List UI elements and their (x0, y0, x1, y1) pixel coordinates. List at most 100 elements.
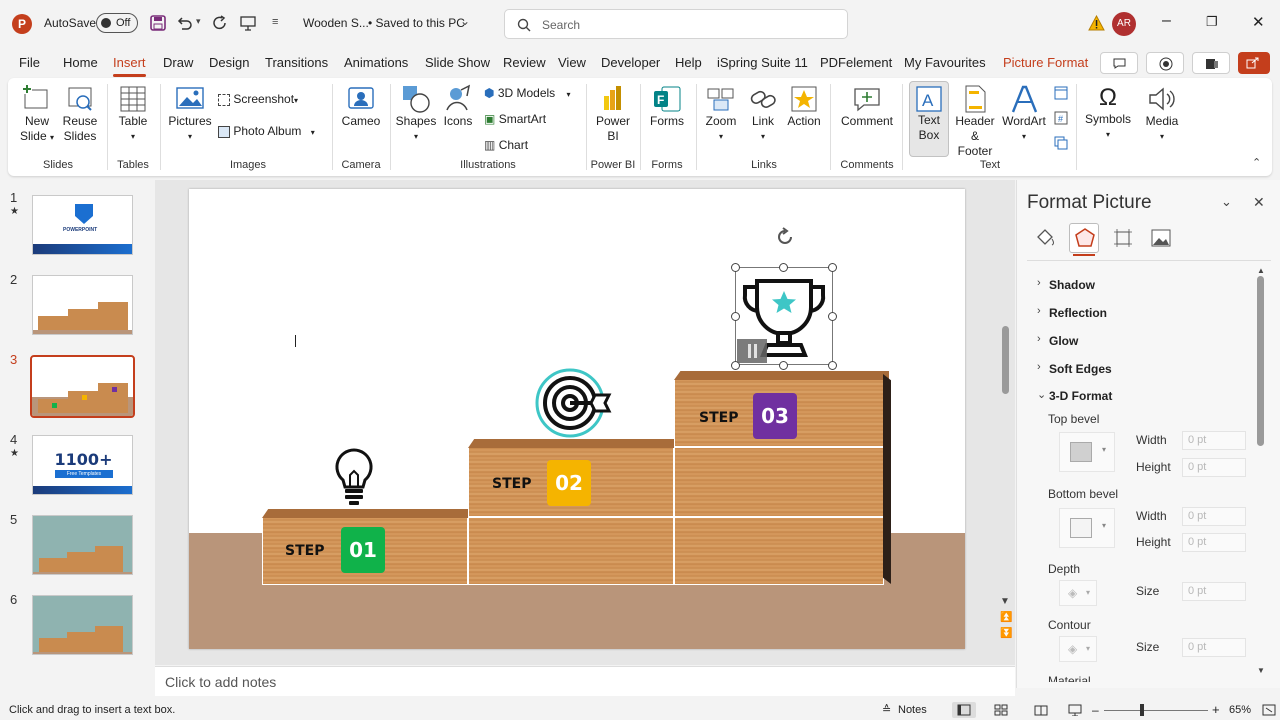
scroll-down-icon[interactable]: ▼ (1000, 596, 1010, 607)
save-icon[interactable] (150, 15, 166, 31)
share-button[interactable] (1238, 52, 1270, 74)
symbols-chevron-down-icon[interactable]: ▾ (1084, 127, 1132, 142)
object-icon[interactable] (1054, 136, 1068, 150)
step-number-02[interactable]: 02 (547, 460, 591, 506)
section-glow[interactable]: Glow (1049, 334, 1078, 348)
screenshot-button[interactable]: Screenshot▾ (218, 92, 298, 108)
customize-qat-icon[interactable]: ≡ (272, 16, 278, 28)
tab-review[interactable]: Review (503, 55, 546, 70)
section-3d-format[interactable]: 3-D Format (1049, 389, 1112, 403)
reading-view-icon[interactable] (1034, 704, 1048, 716)
vertical-scrollbar-thumb[interactable] (1002, 326, 1009, 394)
media-chevron-down-icon[interactable]: ▾ (1140, 129, 1184, 144)
autosave-toggle[interactable]: Off (96, 13, 138, 33)
tab-file[interactable]: File (19, 55, 40, 70)
resize-handle[interactable] (779, 263, 788, 272)
resize-handle[interactable] (779, 361, 788, 370)
shapes-chevron-down-icon[interactable]: ▾ (394, 129, 438, 144)
close-pane-icon[interactable]: ✕ (1253, 194, 1265, 211)
tab-pdfelement[interactable]: PDFelement (820, 55, 892, 70)
shadow-chevron-right-icon[interactable]: › (1037, 277, 1041, 289)
next-slide-icon[interactable]: ⏬ (1000, 628, 1012, 639)
slide-show-view-icon[interactable] (1068, 704, 1082, 716)
top-bevel-picker[interactable]: ▾ (1059, 432, 1115, 472)
glow-chevron-right-icon[interactable]: › (1037, 333, 1041, 345)
depth-size-input[interactable]: 0 pt (1182, 582, 1246, 601)
notes-placeholder[interactable]: Click to add notes (165, 674, 276, 690)
zoom-in-icon[interactable]: + (1212, 702, 1220, 717)
reuse-slides-button[interactable]: Reuse Slides (60, 84, 100, 144)
notes-toggle-icon[interactable]: ≙ (882, 703, 891, 716)
save-status[interactable]: • Saved to this PC (368, 16, 465, 30)
step-label[interactable]: STEP (492, 476, 531, 492)
resize-handle[interactable] (828, 263, 837, 272)
wordart-chevron-down-icon[interactable]: ▾ (1000, 129, 1048, 144)
new-slide-chevron-down-icon[interactable]: ▾ (50, 133, 54, 142)
tab-transitions[interactable]: Transitions (265, 55, 328, 70)
soft-edges-chevron-right-icon[interactable]: › (1037, 361, 1041, 373)
tab-picture-format[interactable]: Picture Format (1003, 55, 1088, 70)
pane-scroll-up-icon[interactable]: ▲ (1257, 266, 1265, 275)
pane-options-chevron-icon[interactable]: ⌄ (1221, 194, 1232, 210)
lightbulb-icon[interactable] (333, 447, 375, 509)
shapes-button[interactable]: Shapes ▾ (394, 84, 438, 144)
link-button[interactable]: Link ▾ (746, 84, 780, 144)
link-chevron-down-icon[interactable]: ▾ (746, 129, 780, 144)
previous-slide-icon[interactable]: ⏫ (1000, 612, 1012, 623)
collapse-ribbon-icon[interactable]: ⌃ (1252, 156, 1261, 169)
section-soft-edges[interactable]: Soft Edges (1049, 362, 1112, 376)
tab-ispring[interactable]: iSpring Suite 11 (717, 55, 808, 70)
tab-insert[interactable]: Insert (113, 55, 146, 77)
slide-thumbnail-2[interactable] (32, 275, 133, 335)
comment-button[interactable]: Comment (838, 84, 896, 129)
zoom-slider-track[interactable] (1104, 710, 1208, 711)
slide-thumbnail-3-selected[interactable] (30, 355, 135, 418)
symbols-button[interactable]: Ω Symbols ▾ (1084, 84, 1132, 142)
depth-color-picker[interactable]: ◈ ▾ (1059, 580, 1097, 606)
resize-handle[interactable] (828, 312, 837, 321)
present-from-start-icon[interactable] (240, 15, 256, 31)
undo-icon[interactable] (176, 15, 192, 31)
wood-block[interactable] (674, 447, 884, 517)
pane-scroll-down-icon[interactable]: ▼ (1257, 666, 1265, 675)
resize-handle[interactable] (731, 312, 740, 321)
rotate-handle-icon[interactable] (774, 226, 796, 248)
slide-thumbnail-4[interactable]: 1100+ Free Templates (32, 435, 133, 495)
pane-scrollbar-thumb[interactable] (1257, 276, 1264, 446)
tab-my-favourites[interactable]: My Favourites (904, 55, 986, 70)
bottom-bevel-height-input[interactable]: 0 pt (1182, 533, 1246, 552)
notes-pane[interactable]: Click to add notes (155, 666, 1015, 696)
slide-thumbnail-6[interactable] (32, 595, 133, 655)
wood-block[interactable] (674, 517, 884, 585)
zoom-out-icon[interactable]: – (1092, 703, 1099, 717)
slide-number-icon[interactable]: # (1054, 111, 1068, 125)
forms-button[interactable]: F Forms (646, 84, 688, 129)
fill-line-icon[interactable] (1035, 228, 1055, 248)
power-bi-button[interactable]: Power BI (592, 84, 634, 144)
top-bevel-height-input[interactable]: 0 pt (1182, 458, 1246, 477)
resize-handle[interactable] (731, 263, 740, 272)
minimize-icon[interactable]: – (1162, 12, 1171, 30)
photo-album-button[interactable]: Photo Album ▾ (218, 124, 315, 140)
new-slide-button[interactable]: New Slide ▾ (16, 84, 58, 145)
date-time-icon[interactable] (1054, 86, 1068, 100)
slide-thumbnail-5[interactable] (32, 515, 133, 575)
document-title[interactable]: Wooden S... (303, 16, 369, 30)
step-number-01[interactable]: 01 (341, 527, 385, 573)
warning-icon[interactable] (1088, 15, 1105, 31)
avatar[interactable]: AR (1112, 12, 1136, 36)
slide-sorter-icon[interactable] (994, 704, 1008, 716)
contour-size-input[interactable]: 0 pt (1182, 638, 1246, 657)
step-label[interactable]: STEP (285, 543, 324, 559)
restore-icon[interactable]: ❐ (1206, 14, 1218, 30)
tab-slide-show[interactable]: Slide Show (425, 55, 490, 70)
record-button[interactable] (1146, 52, 1184, 74)
slide-canvas[interactable]: STEP 01 STEP 02 STEP 03 (189, 189, 965, 649)
step-label[interactable]: STEP (699, 410, 738, 426)
picture-icon[interactable] (1151, 228, 1171, 248)
section-shadow[interactable]: Shadow (1049, 278, 1095, 292)
tab-draw[interactable]: Draw (163, 55, 193, 70)
redo-icon[interactable] (212, 15, 228, 31)
table-button[interactable]: Table ▾ (112, 84, 154, 144)
top-bevel-width-input[interactable]: 0 pt (1182, 431, 1246, 450)
